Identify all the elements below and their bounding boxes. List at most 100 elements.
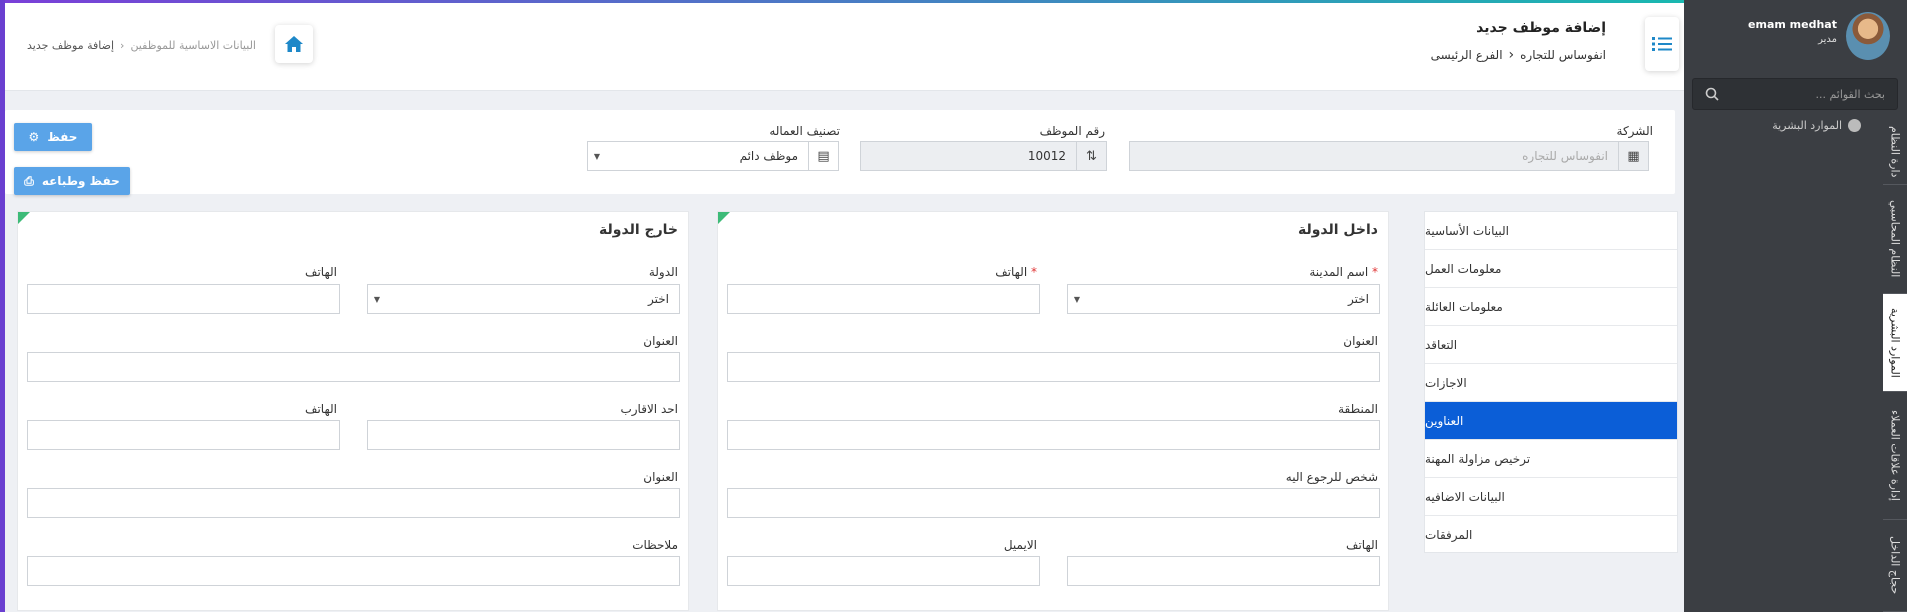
print-icon: ⎙ xyxy=(24,173,34,188)
employment-type-value: موظف دائم xyxy=(739,149,798,163)
save-print-button[interactable]: حفظ وطباعه ⎙ xyxy=(14,167,130,195)
nav-item-attachments[interactable]: المرفقات xyxy=(1425,516,1677,554)
caret-down-icon: ▼ xyxy=(1073,294,1081,304)
contact-person-label: شخص للرجوع اليه xyxy=(1285,470,1378,484)
city-select[interactable]: اختر ▼ xyxy=(1067,284,1380,314)
relative-phone-label: الهاتف xyxy=(305,402,337,416)
employee-number-label: رقم الموظف xyxy=(1039,124,1105,138)
employee-number-field[interactable]: ⇅ 10012 xyxy=(860,141,1107,171)
corner-marker xyxy=(18,212,30,224)
notes-label: ملاحظات xyxy=(632,538,678,552)
save-button[interactable]: حفظ ⚙ xyxy=(14,123,92,151)
address-input[interactable] xyxy=(727,352,1380,382)
country-value: اختر xyxy=(648,292,669,306)
left-accent-strip xyxy=(0,0,5,612)
nav-item-leaves[interactable]: الاجازات xyxy=(1425,364,1677,402)
outside-address-label: العنوان xyxy=(643,334,678,348)
address-label: العنوان xyxy=(1343,334,1378,348)
nav-item-work-info[interactable]: معلومات العمل xyxy=(1425,250,1677,288)
search-icon xyxy=(1705,87,1719,101)
relative-input[interactable] xyxy=(367,420,680,450)
outside-address-input[interactable] xyxy=(27,352,680,382)
company-label: الشركة xyxy=(1616,124,1653,138)
menu-search-box xyxy=(1692,78,1898,110)
brain-icon xyxy=(1848,119,1861,132)
save-button-label: حفظ xyxy=(47,130,78,144)
vtab-system-admin[interactable]: دارة النظام xyxy=(1883,120,1907,185)
nav-item-family-info[interactable]: معلومات العائلة xyxy=(1425,288,1677,326)
nav-item-additional-data[interactable]: البيانات الاضافيه xyxy=(1425,478,1677,516)
phone2-label: الهاتف xyxy=(1346,538,1378,552)
save-print-button-label: حفظ وطباعه xyxy=(41,174,120,188)
menu-search-input[interactable] xyxy=(1719,87,1885,101)
caret-down-icon: ▼ xyxy=(373,294,381,304)
nav-item-basic-data[interactable]: البيانات الأساسية xyxy=(1425,212,1677,250)
page-header: إضافة موظف جديد انفوساس للتجاره ‹ الفرع … xyxy=(5,3,1684,91)
menu-toggle-button[interactable] xyxy=(1645,17,1679,71)
chevron-left-icon: ‹ xyxy=(1508,47,1515,63)
breadcrumb: البيانات الاساسية للموظفين ‹ إضافة موظف … xyxy=(27,39,256,52)
caret-down-icon: ▼ xyxy=(593,151,601,161)
vtab-label: الموارد البشرية xyxy=(1888,307,1902,378)
breadcrumb-parent[interactable]: البيانات الاساسية للموظفين xyxy=(130,39,256,52)
vtab-crm[interactable]: إدارة علاقات العملاء xyxy=(1883,392,1907,520)
building-icon: ▦ xyxy=(1618,142,1648,170)
nav-item-license[interactable]: ترخيص مزاولة المهنة xyxy=(1425,440,1677,478)
vtab-label: حجاج الداخل xyxy=(1888,536,1902,595)
outside-country-title: خارج الدولة xyxy=(599,222,678,238)
company-value: انفوساس للتجاره xyxy=(1522,149,1608,163)
employment-type-select[interactable]: ▤ موظف دائم ▼ xyxy=(587,141,839,171)
phone-input[interactable] xyxy=(727,284,1040,314)
relative-address-input[interactable] xyxy=(27,488,680,518)
outside-phone-label: الهاتف xyxy=(305,265,337,279)
country-label: الدولة xyxy=(648,265,678,279)
vtab-accounting[interactable]: النظام المحاسبي xyxy=(1883,185,1907,294)
avatar[interactable] xyxy=(1846,12,1890,60)
company-name[interactable]: انفوساس للتجاره xyxy=(1520,48,1606,62)
branch-name[interactable]: الفرع الرئيسى xyxy=(1431,48,1503,62)
list-icon xyxy=(1652,37,1672,51)
relative-address-label: العنوان xyxy=(643,470,678,484)
gear-icon: ⚙ xyxy=(28,130,40,144)
nav-item-contract[interactable]: التعاقد xyxy=(1425,326,1677,364)
city-label: * اسم المدينة xyxy=(1309,265,1378,279)
employee-number-value: 10012 xyxy=(1027,149,1066,163)
home-icon xyxy=(285,36,303,52)
area-label: المنطقة xyxy=(1338,402,1378,416)
notes-input[interactable] xyxy=(27,556,680,586)
chevron-left-icon: ‹ xyxy=(120,39,125,52)
home-button[interactable] xyxy=(275,25,313,63)
relative-phone-input[interactable] xyxy=(27,420,340,450)
vtab-domestic-pilgrims[interactable]: حجاج الداخل xyxy=(1883,520,1907,612)
outside-country-panel: خارج الدولة الدولة اختر ▼ الهاتف العنوان… xyxy=(17,211,689,611)
phone-label: * الهاتف xyxy=(995,265,1037,279)
vtab-label: إدارة علاقات العملاء xyxy=(1888,410,1902,501)
contact-person-input[interactable] xyxy=(727,488,1380,518)
employee-header-form: الشركة ▦ انفوساس للتجاره رقم الموظف ⇅ 10… xyxy=(5,110,1675,194)
vtab-label: النظام المحاسبي xyxy=(1888,200,1902,278)
email-label: الايميل xyxy=(1003,538,1037,552)
breadcrumb-current: إضافة موظف جديد xyxy=(27,39,115,52)
company-field[interactable]: ▦ انفوساس للتجاره xyxy=(1129,141,1649,171)
vtab-hr[interactable]: الموارد البشرية xyxy=(1883,294,1907,392)
corner-marker xyxy=(718,212,730,224)
id-card-icon: ▤ xyxy=(808,142,838,170)
user-role: مدير xyxy=(1818,34,1837,45)
employment-type-label: تصنيف العماله xyxy=(769,124,840,138)
sort-icon: ⇅ xyxy=(1076,142,1106,170)
employee-sections-nav: البيانات الأساسية معلومات العمل معلومات … xyxy=(1424,211,1678,553)
email-input[interactable] xyxy=(727,556,1040,586)
inside-country-panel: داخل الدولة * اسم المدينة اختر ▼ * الهات… xyxy=(717,211,1389,611)
app-sidebar: emam medhat مدير الموارد البشرية xyxy=(1684,0,1907,612)
module-hr-label: الموارد البشرية xyxy=(1772,119,1842,132)
outside-phone-input[interactable] xyxy=(27,284,340,314)
phone2-input[interactable] xyxy=(1067,556,1380,586)
nav-item-addresses[interactable]: العناوين xyxy=(1425,402,1677,440)
module-hr[interactable]: الموارد البشرية xyxy=(1772,119,1861,132)
city-value: اختر xyxy=(1348,292,1369,306)
country-select[interactable]: اختر ▼ xyxy=(367,284,680,314)
area-input[interactable] xyxy=(727,420,1380,450)
company-branch: انفوساس للتجاره ‹ الفرع الرئيسى xyxy=(1431,47,1606,63)
page-title: إضافة موظف جديد xyxy=(1476,20,1606,36)
module-vertical-tabs: دارة النظام النظام المحاسبي الموارد البش… xyxy=(1883,120,1907,612)
